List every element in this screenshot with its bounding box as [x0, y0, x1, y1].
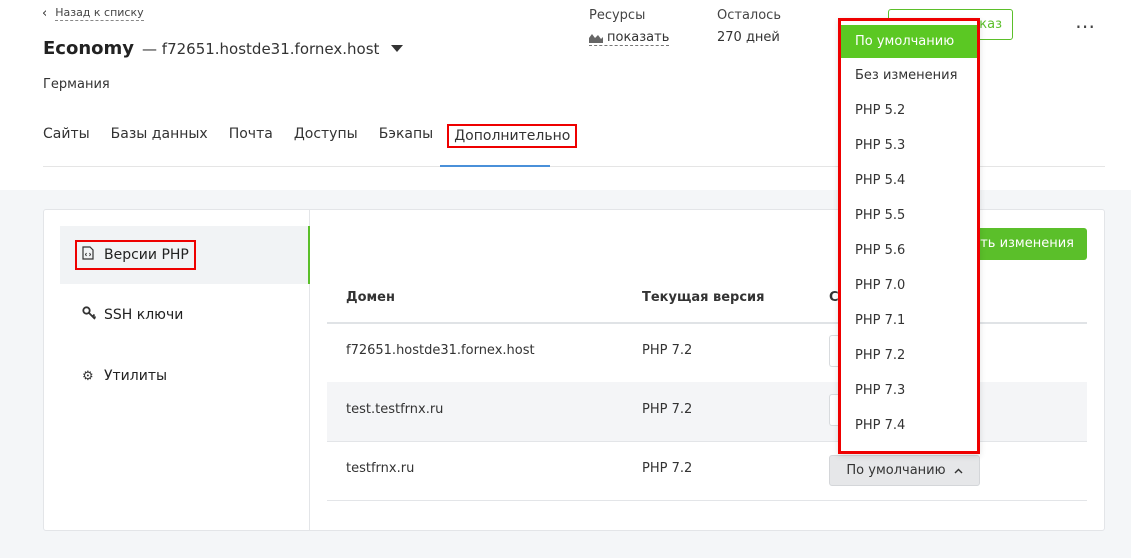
- resources-link-label: показать: [607, 30, 670, 45]
- version-cell: PHP 7.2: [642, 461, 693, 476]
- column-current-version: Текущая версия: [642, 290, 765, 305]
- dropdown-option-php73[interactable]: PHP 7.3: [841, 373, 977, 408]
- column-domain: Домен: [346, 290, 395, 305]
- service-title[interactable]: Economy — f72651.hostde31.fornex.host: [43, 38, 404, 59]
- tab-access[interactable]: Доступы: [294, 124, 358, 148]
- chart-icon: [589, 34, 603, 43]
- dropdown-option-php53[interactable]: PHP 5.3: [841, 128, 977, 163]
- php-file-icon: [82, 246, 100, 264]
- active-tab-indicator: [440, 165, 550, 167]
- sidebar-item-php-versions[interactable]: Версии PHP: [60, 226, 310, 284]
- days-left-value: 270 дней: [717, 30, 780, 45]
- days-left-label: Осталось: [717, 8, 781, 23]
- dropdown-option-php72[interactable]: PHP 7.2: [841, 338, 977, 373]
- domain-cell: f72651.hostde31.fornex.host: [346, 343, 535, 358]
- version-cell: PHP 7.2: [642, 343, 693, 358]
- country-label: Германия: [43, 77, 110, 92]
- host-name: — f72651.hostde31.fornex.host: [142, 39, 380, 58]
- tabs-bar: Сайты Базы данных Почта Доступы Бэкапы Д…: [43, 124, 598, 148]
- dropdown-option-php52[interactable]: PHP 5.2: [841, 93, 977, 128]
- domain-cell: test.testfrnx.ru: [346, 402, 444, 417]
- php-version-dropdown: По умолчанию Без изменения PHP 5.2 PHP 5…: [838, 18, 980, 454]
- tab-backups[interactable]: Бэкапы: [379, 124, 434, 148]
- domain-cell: testfrnx.ru: [346, 461, 415, 476]
- sidebar-item-label: Версии PHP: [104, 247, 189, 263]
- caret-down-icon[interactable]: [391, 45, 404, 52]
- resources-link[interactable]: показать: [589, 30, 670, 46]
- dropdown-option-php74[interactable]: PHP 7.4: [841, 408, 977, 443]
- version-select-value: По умолчанию: [846, 463, 946, 478]
- back-link-label: Назад к списку: [55, 6, 144, 21]
- tab-additional[interactable]: Дополнительно: [447, 124, 578, 148]
- dropdown-option-php56[interactable]: PHP 5.6: [841, 233, 977, 268]
- sidebar-item-ssh-keys[interactable]: SSH ключи: [60, 286, 308, 344]
- dropdown-option-php70[interactable]: PHP 7.0: [841, 268, 977, 303]
- tab-mail[interactable]: Почта: [229, 124, 273, 148]
- more-menu-icon[interactable]: ⋯: [1075, 14, 1096, 38]
- gear-icon: ⚙: [82, 368, 94, 384]
- version-cell: PHP 7.2: [642, 402, 693, 417]
- sidebar-item-label: Утилиты: [104, 368, 168, 384]
- sidebar: Версии PHP SSH ключи ⚙ Утилиты: [44, 210, 310, 530]
- tab-sites[interactable]: Сайты: [43, 124, 90, 148]
- resources-label: Ресурсы: [589, 8, 646, 23]
- dropdown-option-no-change[interactable]: Без изменения: [841, 58, 977, 93]
- sidebar-item-utilities[interactable]: ⚙ Утилиты: [60, 347, 308, 405]
- dropdown-option-php71[interactable]: PHP 7.1: [841, 303, 977, 338]
- dropdown-option-default[interactable]: По умолчанию: [841, 25, 977, 58]
- tab-databases[interactable]: Базы данных: [111, 124, 208, 148]
- chevron-up-icon: [954, 468, 963, 473]
- version-select-open[interactable]: По умолчанию: [829, 455, 980, 486]
- dropdown-option-php54[interactable]: PHP 5.4: [841, 163, 977, 198]
- php-versions-highlight: Версии PHP: [75, 240, 196, 270]
- key-icon: [82, 306, 100, 324]
- back-link[interactable]: ‹ Назад к списку: [42, 6, 144, 21]
- sidebar-item-label: SSH ключи: [104, 307, 184, 323]
- dropdown-option-php55[interactable]: PHP 5.5: [841, 198, 977, 233]
- chevron-left-icon: ‹: [42, 6, 48, 21]
- plan-name: Economy: [43, 38, 135, 59]
